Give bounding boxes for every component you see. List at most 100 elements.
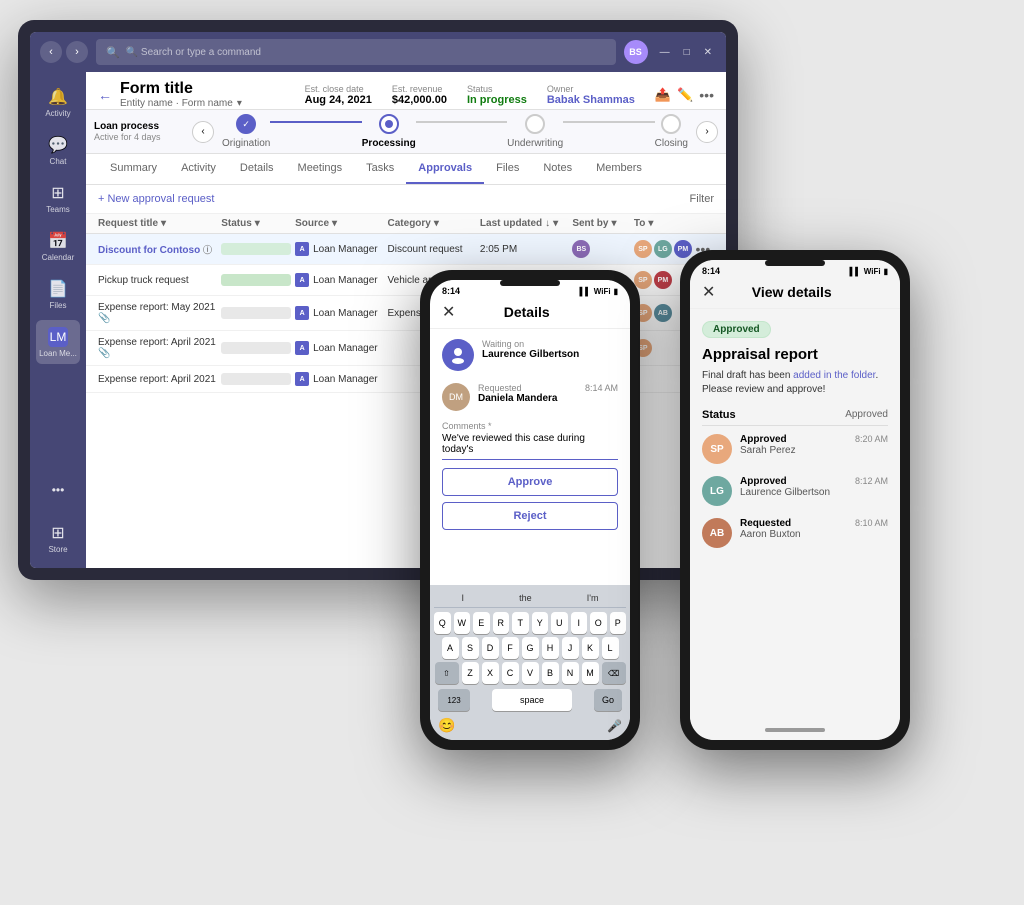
row3-title[interactable]: Expense report: May 2021 📎 xyxy=(98,302,221,324)
tab-details[interactable]: Details xyxy=(228,154,286,184)
key-p[interactable]: P xyxy=(610,612,627,634)
key-g[interactable]: G xyxy=(522,637,539,659)
key-go[interactable]: Go xyxy=(594,689,622,711)
key-y[interactable]: Y xyxy=(532,612,549,634)
row4-title[interactable]: Expense report: April 2021 📎 xyxy=(98,337,221,359)
more-actions-button[interactable]: ••• xyxy=(699,87,714,103)
phone-right-statusbar-right: ▌▌ WiFi ▮ xyxy=(849,267,888,276)
requested-row: DM Requested Daniela Mandera 8:14 AM xyxy=(442,383,618,411)
filter-button[interactable]: Filter xyxy=(690,193,714,205)
tab-meetings[interactable]: Meetings xyxy=(286,154,355,184)
loan-icon: LM xyxy=(48,327,68,347)
search-bar[interactable]: 🔍 🔍 Search or type a command xyxy=(96,39,616,65)
key-z[interactable]: Z xyxy=(462,662,479,684)
tab-files[interactable]: Files xyxy=(484,154,531,184)
key-w[interactable]: W xyxy=(454,612,471,634)
sidebar-item-chat[interactable]: 💬 Chat xyxy=(36,128,80,172)
key-d[interactable]: D xyxy=(482,637,499,659)
phone-left-frame: 8:14 ▌▌ WiFi ▮ ✕ Details xyxy=(420,270,640,750)
step-origination: ✓ Origination xyxy=(222,114,270,149)
row3-status xyxy=(221,307,295,319)
key-s[interactable]: S xyxy=(462,637,479,659)
comments-text: We've reviewed this case during today's xyxy=(442,433,618,460)
share-button[interactable]: 📤 xyxy=(655,87,671,103)
reject-button[interactable]: Reject xyxy=(442,502,618,530)
col-actions xyxy=(696,218,714,229)
row1-title[interactable]: Discount for Contoso ⓘ xyxy=(98,243,221,256)
signal-icon-right: ▌▌ xyxy=(849,267,860,276)
key-a[interactable]: A xyxy=(442,637,459,659)
suggestion-im[interactable]: I'm xyxy=(587,593,599,603)
teams-sidebar: 🔔 Activity 💬 Chat ⊞ Teams 📅 Calendar 📄 xyxy=(30,72,86,568)
key-q[interactable]: Q xyxy=(434,612,451,634)
key-shift[interactable]: ⇧ xyxy=(435,662,459,684)
key-f[interactable]: F xyxy=(502,637,519,659)
suggestion-the[interactable]: the xyxy=(519,593,532,603)
new-approval-button[interactable]: + New approval request xyxy=(98,193,214,205)
sidebar-item-calendar[interactable]: 📅 Calendar xyxy=(36,224,80,268)
phone-right-time: 8:14 xyxy=(702,266,720,276)
sidebar-item-activity[interactable]: 🔔 Activity xyxy=(36,80,80,124)
mic-button[interactable]: 🎤 xyxy=(607,719,622,733)
sidebar-item-more[interactable]: ••• xyxy=(36,468,80,512)
maximize-button[interactable]: □ xyxy=(680,45,694,60)
sidebar-item-chat-label: Chat xyxy=(50,157,67,166)
key-v[interactable]: V xyxy=(522,662,539,684)
form-subtitle: Entity name · Form name ▾ xyxy=(120,98,242,109)
nav-forward-button[interactable]: › xyxy=(66,41,88,63)
key-l[interactable]: L xyxy=(602,637,619,659)
sidebar-item-files[interactable]: 📄 Files xyxy=(36,272,80,316)
key-i[interactable]: I xyxy=(571,612,588,634)
key-u[interactable]: U xyxy=(551,612,568,634)
waiting-text: Waiting on Laurence Gilbertson xyxy=(482,339,579,360)
sort-icon-source: ▾ xyxy=(332,218,337,229)
process-prev-button[interactable]: ‹ xyxy=(192,121,214,143)
key-123[interactable]: 123 xyxy=(438,689,470,711)
key-m[interactable]: M xyxy=(582,662,599,684)
key-backspace[interactable]: ⌫ xyxy=(602,662,626,684)
tab-notes[interactable]: Notes xyxy=(531,154,584,184)
key-b[interactable]: B xyxy=(542,662,559,684)
key-o[interactable]: O xyxy=(590,612,607,634)
suggestion-i[interactable]: I xyxy=(462,593,465,603)
minimize-button[interactable]: — xyxy=(656,45,674,60)
table-row[interactable]: Discount for Contoso ⓘ A Loan Manager Di… xyxy=(86,234,726,265)
sidebar-item-teams[interactable]: ⊞ Teams xyxy=(36,176,80,220)
key-n[interactable]: N xyxy=(562,662,579,684)
key-t[interactable]: T xyxy=(512,612,529,634)
emoji-button[interactable]: 😊 xyxy=(438,717,455,734)
phone-right-close-button[interactable]: ✕ xyxy=(702,282,715,302)
key-h[interactable]: H xyxy=(542,637,559,659)
sidebar-item-store[interactable]: ⊞ Store xyxy=(36,516,80,560)
row5-title[interactable]: Expense report: April 2021 xyxy=(98,374,221,385)
key-r[interactable]: R xyxy=(493,612,510,634)
key-x[interactable]: X xyxy=(482,662,499,684)
keyboard-bottom-row: 123 space Go xyxy=(434,687,626,713)
home-bar-indicator xyxy=(765,728,825,732)
sidebar-item-loan[interactable]: LM Loan Me... xyxy=(36,320,80,364)
tab-summary[interactable]: Summary xyxy=(98,154,169,184)
key-e[interactable]: E xyxy=(473,612,490,634)
key-k[interactable]: K xyxy=(582,637,599,659)
nav-back-button[interactable]: ‹ xyxy=(40,41,62,63)
back-arrow[interactable]: ← xyxy=(98,87,112,103)
approve-button[interactable]: Approve xyxy=(442,468,618,496)
tab-members[interactable]: Members xyxy=(584,154,654,184)
est-close-date: Est. close date Aug 24, 2021 xyxy=(305,84,372,106)
close-button[interactable]: ✕ xyxy=(700,45,716,60)
key-c[interactable]: C xyxy=(502,662,519,684)
report-title: Appraisal report xyxy=(702,346,888,363)
key-j[interactable]: J xyxy=(562,637,579,659)
status-item-3: AB Requested Aaron Buxton 8:10 AM xyxy=(702,518,888,548)
tab-tasks[interactable]: Tasks xyxy=(354,154,406,184)
row2-title[interactable]: Pickup truck request xyxy=(98,275,221,286)
key-space[interactable]: space xyxy=(492,689,572,711)
phone-left-close-button[interactable]: ✕ xyxy=(442,302,455,322)
process-next-button[interactable]: › xyxy=(696,121,718,143)
row1-category: Discount request xyxy=(388,244,480,255)
tab-approvals[interactable]: Approvals xyxy=(406,154,484,184)
phone-left-screen: 8:14 ▌▌ WiFi ▮ ✕ Details xyxy=(430,280,630,740)
tab-activity[interactable]: Activity xyxy=(169,154,228,184)
signal-icon: ▌▌ xyxy=(579,287,590,296)
edit-button[interactable]: ✏️ xyxy=(677,87,693,103)
